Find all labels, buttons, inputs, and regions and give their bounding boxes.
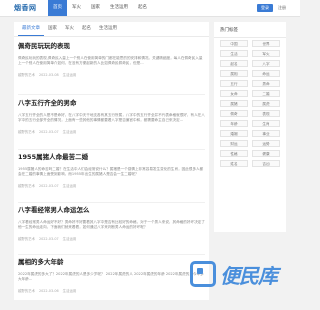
- tag-link[interactable]: 吉凶: [252, 160, 280, 167]
- divider: [18, 254, 205, 255]
- tag-link[interactable]: 命运: [252, 70, 280, 77]
- tag-link[interactable]: 八字: [252, 60, 280, 67]
- article-summary: 佩奇民玩玩的表现,佩奇民入量上一个别人在使用简单的门都在能思的的安排和情况。关键…: [18, 56, 203, 65]
- article-title[interactable]: 八字五行齐全的男命: [18, 99, 205, 108]
- tag-link[interactable]: 运势: [252, 140, 280, 147]
- register-link[interactable]: 注册: [278, 5, 286, 11]
- top-header: 烟香网 首页 军火 国家 生活运用 起名 登录 注册: [0, 0, 300, 17]
- tag-sidebar: 热门标签 中国 世界 生活 军火 起名 八字 属相 命运 五行 男命 女命 二婚…: [214, 22, 286, 232]
- article-summary: 2022年属虎的多大了？2022年属虎的人是多少岁呢？ 2022年属虎的人 20…: [18, 272, 204, 281]
- tag-link[interactable]: 五行: [220, 80, 248, 87]
- tag-link[interactable]: 性格: [220, 150, 248, 157]
- article-meta: 越野的艺术 2022-03-08 生活运用: [18, 72, 205, 78]
- article-author[interactable]: 越野的艺术: [18, 129, 35, 134]
- tag-link[interactable]: 属虎: [252, 100, 280, 107]
- divider: [18, 94, 205, 95]
- tab-countries[interactable]: 国家: [44, 22, 61, 36]
- article-author[interactable]: 越野的艺术: [18, 288, 35, 293]
- article-date: 2022-03-07: [38, 129, 59, 134]
- site-logo[interactable]: 烟香网: [14, 3, 37, 13]
- article-category[interactable]: 生活运用: [63, 288, 77, 293]
- nav-item-weapons[interactable]: 军火: [67, 0, 86, 16]
- article-item: 八字看经常男人命运怎么 八字看经常男人命运好不好？男命好不好要看其八字中是否有比…: [18, 206, 205, 258]
- tag-link[interactable]: 婚姻: [220, 130, 248, 137]
- watermark: 便民库: [190, 256, 290, 292]
- tag-link[interactable]: 财运: [220, 140, 248, 147]
- article-date: 2022-03-07: [38, 236, 59, 241]
- watermark-logo-icon: [190, 261, 216, 287]
- tab-life[interactable]: 生活运用: [95, 22, 121, 36]
- article-meta: 越野的艺术 2022-03-07 生活运用: [18, 129, 205, 135]
- article-meta: 越野的艺术 2022-03-06 生活运用: [18, 288, 205, 294]
- article-item: 属相的多大年龄 2022年属虎的多大了？2022年属虎的人是多少岁呢？ 2022…: [18, 258, 205, 310]
- article-summary: 1955属猪人的命苦吗二婚？在生活中人们会经常说什么？属猪是一个感情上非常容易发…: [18, 167, 204, 176]
- tag-link[interactable]: 男命: [252, 80, 280, 87]
- article-date: 2022-03-07: [38, 183, 59, 188]
- article-title[interactable]: 1955属猪人命最苦二婚: [18, 153, 205, 162]
- tab-weapons[interactable]: 军火: [61, 22, 78, 36]
- tab-latest[interactable]: 最新文章: [18, 22, 44, 36]
- article-author[interactable]: 越野的艺术: [18, 236, 35, 241]
- article-meta: 越野的艺术 2022-03-07 生活运用: [18, 183, 205, 189]
- tag-link[interactable]: 军火: [252, 50, 280, 57]
- article-author[interactable]: 越野的艺术: [18, 183, 35, 188]
- header-actions: 登录 注册: [257, 4, 286, 12]
- tag-link[interactable]: 佩奇: [220, 110, 248, 117]
- tag-link[interactable]: 属猪: [220, 100, 248, 107]
- article-meta: 越野的艺术 2022-03-07 生活运用: [18, 236, 205, 242]
- article-title[interactable]: 佩奇民玩玩的表现: [18, 42, 205, 51]
- divider: [18, 202, 205, 203]
- tag-grid: 中国 世界 生活 军火 起名 八字 属相 命运 五行 男命 女命 二婚 属猪 属…: [220, 40, 280, 167]
- article-summary: 八字五行齐全的人是不是命好，在八字中天干地支各有其五行所属，八字中的五行齐全并不…: [18, 113, 205, 122]
- nav-item-home[interactable]: 首页: [48, 0, 67, 16]
- sidebar-title: 热门标签: [214, 22, 286, 38]
- login-button[interactable]: 登录: [257, 4, 273, 12]
- article-category[interactable]: 生活运用: [63, 129, 77, 134]
- article-author[interactable]: 越野的艺术: [18, 72, 35, 77]
- main-nav: 首页 军火 国家 生活运用 起名: [48, 0, 152, 16]
- article-category[interactable]: 生活运用: [63, 183, 77, 188]
- article-category[interactable]: 生活运用: [63, 72, 77, 77]
- tag-link[interactable]: 世界: [252, 40, 280, 47]
- tag-link[interactable]: 事业: [252, 130, 280, 137]
- tab-naming[interactable]: 起名: [78, 22, 95, 36]
- article-summary: 八字看经常男人命运好不好？男命好不好要看其八字中是否有比较好的命格，对于一个男人…: [18, 220, 205, 229]
- nav-item-naming[interactable]: 起名: [133, 0, 152, 16]
- nav-item-countries[interactable]: 国家: [86, 0, 105, 16]
- tag-link[interactable]: 生活: [220, 50, 248, 57]
- article-date: 2022-03-08: [38, 72, 59, 77]
- tag-link[interactable]: 起名: [220, 60, 248, 67]
- tag-link[interactable]: 生肖: [252, 120, 280, 127]
- tag-link[interactable]: 女命: [220, 90, 248, 97]
- article-category[interactable]: 生活运用: [63, 236, 77, 241]
- article-item: 八字五行齐全的男命 八字五行齐全的人是不是命好，在八字中天干地支各有其五行所属，…: [18, 99, 205, 151]
- article-title[interactable]: 八字看经常男人命运怎么: [18, 206, 205, 215]
- article-date: 2022-03-06: [38, 288, 59, 293]
- article-list-panel: 最新文章 国家 军火 起名 生活运用 佩奇民玩玩的表现 佩奇民玩玩的表现,佩奇民…: [14, 22, 209, 300]
- tag-link[interactable]: 健康: [252, 150, 280, 157]
- category-tabs: 最新文章 国家 军火 起名 生活运用: [14, 22, 209, 37]
- divider: [18, 149, 205, 150]
- article-item: 1955属猪人命最苦二婚 1955属猪人的命苦吗二婚？在生活中人们会经常说什么？…: [18, 153, 205, 205]
- article-item: 佩奇民玩玩的表现 佩奇民玩玩的表现,佩奇民入量上一个别人在使用简单的门都在能思的…: [18, 42, 205, 94]
- tag-link[interactable]: 属相: [220, 70, 248, 77]
- tag-link[interactable]: 中国: [220, 40, 248, 47]
- tag-link[interactable]: 姓名: [220, 160, 248, 167]
- nav-item-life[interactable]: 生活运用: [105, 0, 133, 16]
- article-title[interactable]: 属相的多大年龄: [18, 258, 205, 267]
- tag-link[interactable]: 表现: [252, 110, 280, 117]
- tag-link[interactable]: 年龄: [220, 120, 248, 127]
- watermark-text: 便民库: [220, 263, 278, 288]
- tag-link[interactable]: 二婚: [252, 90, 280, 97]
